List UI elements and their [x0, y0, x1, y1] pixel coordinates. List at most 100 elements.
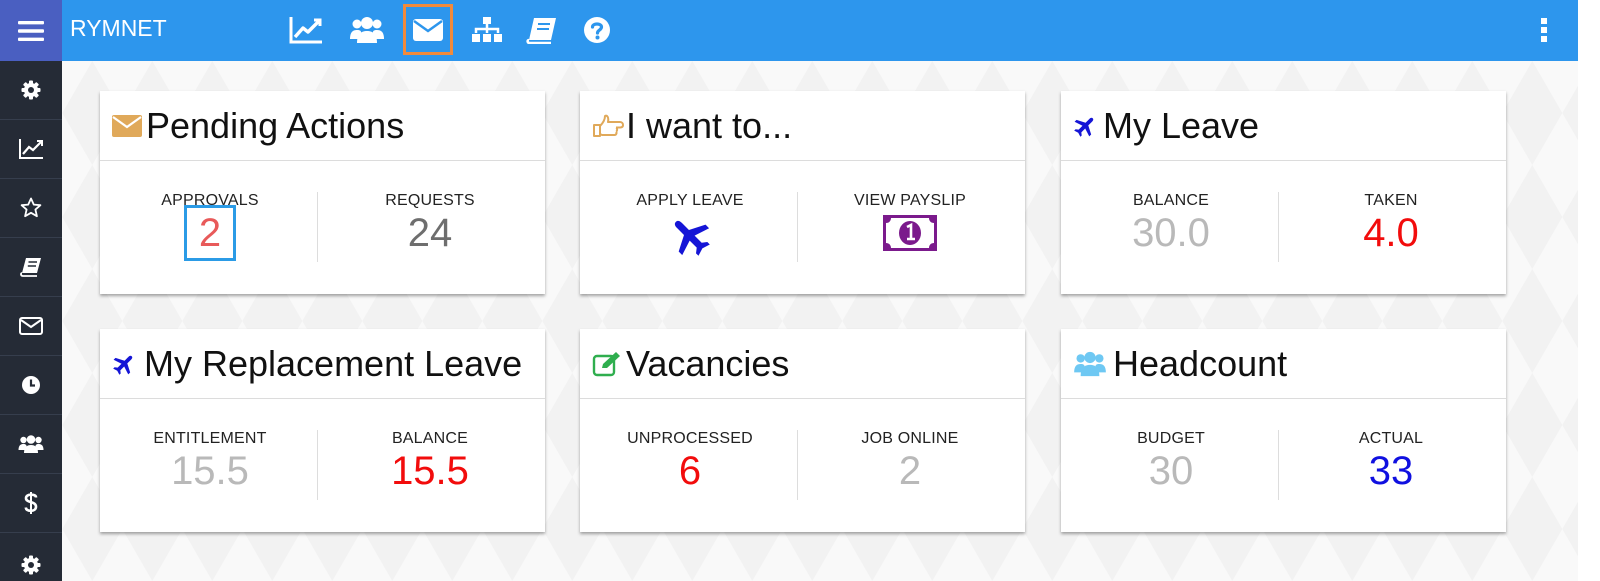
hamburger-menu-button[interactable]	[0, 0, 62, 61]
envelope-icon	[112, 114, 146, 137]
app-window: RYMNET Pending Actions APPROVALS 2 REQUE…	[0, 0, 1600, 581]
star-icon	[20, 197, 42, 218]
leave-taken-stat[interactable]: TAKEN 4.0	[1280, 192, 1502, 255]
divider	[1278, 430, 1279, 500]
app-title: RYMNET	[70, 15, 167, 41]
sidebar-item-history[interactable]	[0, 356, 62, 415]
vacancies-card: Vacancies UNPROCESSED 6 JOB ONLINE 2	[580, 329, 1025, 532]
nav-help-button[interactable]	[574, 4, 620, 55]
stat-value: 15.5	[171, 449, 249, 493]
card-title: My Leave	[1103, 104, 1260, 146]
nav-inbox-button[interactable]	[403, 4, 453, 55]
card-header: Vacancies	[580, 329, 1025, 399]
sidebar-item-handbook[interactable]	[0, 238, 62, 297]
leave-balance-stat[interactable]: BALANCE 30.0	[1060, 192, 1282, 255]
stat-label: APPLY LEAVE	[636, 192, 744, 209]
nav-org-chart-button[interactable]	[464, 4, 510, 55]
book-icon	[526, 17, 556, 44]
top-bar: RYMNET	[0, 0, 1578, 61]
card-header: My Leave	[1061, 91, 1506, 161]
question-circle-icon	[584, 16, 610, 43]
sidebar-item-payroll[interactable]	[0, 474, 62, 533]
sidebar-item-inbox[interactable]	[0, 297, 62, 356]
clock-icon	[22, 376, 40, 394]
requests-count: 24	[407, 211, 453, 255]
sidebar-item-people[interactable]	[0, 415, 62, 474]
plane-icon[interactable]	[668, 214, 712, 258]
stat-value: 15.5	[391, 449, 469, 493]
edit-icon	[592, 351, 626, 377]
gear-icon	[21, 555, 41, 575]
card-title: My Replacement Leave	[144, 342, 523, 384]
view-payslip-action[interactable]: VIEW PAYSLIP	[799, 192, 1021, 252]
entitlement-stat[interactable]: ENTITLEMENT 15.5	[99, 430, 321, 493]
stat-label: TAKEN	[1364, 192, 1418, 209]
card-title: I want to...	[626, 104, 793, 146]
money-bill-icon[interactable]	[882, 214, 938, 252]
sidebar-item-favorites[interactable]	[0, 179, 62, 238]
divider	[797, 192, 798, 262]
nav-handbook-button[interactable]	[519, 4, 565, 55]
stat-value: 4.0	[1363, 211, 1419, 255]
card-title: Pending Actions	[146, 104, 405, 146]
more-options-button[interactable]	[1534, 10, 1554, 50]
chart-line-icon	[289, 16, 322, 43]
sitemap-icon	[472, 16, 502, 42]
replacement-balance-stat[interactable]: BALANCE 15.5	[319, 430, 541, 493]
budget-stat[interactable]: BUDGET 30	[1060, 430, 1282, 493]
dashboard-area: Pending Actions APPROVALS 2 REQUESTS 24	[62, 61, 1578, 581]
vertical-dots-icon	[1541, 18, 1547, 42]
stat-label: REQUESTS	[385, 192, 475, 209]
users-icon	[350, 16, 384, 43]
card-title: Vacancies	[626, 342, 790, 384]
headcount-card: Headcount BUDGET 30 ACTUAL 33	[1061, 329, 1506, 532]
envelope-icon	[413, 18, 443, 41]
stat-label: VIEW PAYSLIP	[853, 192, 967, 209]
pending-actions-card: Pending Actions APPROVALS 2 REQUESTS 24	[100, 91, 545, 294]
requests-stat[interactable]: REQUESTS 24	[319, 192, 541, 255]
actual-stat[interactable]: ACTUAL 33	[1280, 430, 1502, 493]
chart-line-icon	[19, 139, 43, 159]
divider	[317, 430, 318, 500]
sidebar-item-settings[interactable]	[0, 61, 62, 120]
card-title: Headcount	[1113, 342, 1288, 384]
sidebar-item-analytics[interactable]	[0, 120, 62, 179]
stat-label: ENTITLEMENT	[153, 430, 267, 447]
stat-label: BALANCE	[391, 430, 469, 447]
unprocessed-stat[interactable]: UNPROCESSED 6	[579, 430, 801, 493]
envelope-icon	[19, 317, 43, 335]
nav-people-button[interactable]	[344, 4, 390, 55]
book-icon	[20, 258, 41, 277]
card-header: I want to...	[580, 91, 1025, 161]
gear-icon	[21, 80, 41, 100]
divider	[1278, 192, 1279, 262]
apply-leave-action[interactable]: APPLY LEAVE	[579, 192, 801, 258]
stat-label: JOB ONLINE	[861, 430, 959, 447]
users-icon	[18, 435, 44, 453]
approvals-stat[interactable]: APPROVALS 2	[99, 192, 321, 261]
sidebar-item-more-settings[interactable]	[0, 533, 62, 581]
i-want-to-card: I want to... APPLY LEAVE VIEW PAYSLIP	[580, 91, 1025, 294]
card-header: My Replacement Leave	[100, 329, 545, 399]
approvals-count[interactable]: 2	[183, 205, 237, 261]
plane-icon	[112, 352, 144, 376]
hand-point-right-icon	[592, 114, 626, 138]
stat-value: 33	[1368, 449, 1414, 493]
divider	[797, 430, 798, 500]
stat-label: BALANCE	[1132, 192, 1210, 209]
users-icon	[1073, 350, 1113, 378]
stat-label: UNPROCESSED	[627, 430, 753, 447]
card-header: Headcount	[1061, 329, 1506, 399]
stat-value: 30	[1148, 449, 1194, 493]
sidebar	[0, 61, 62, 581]
window-edge	[1578, 0, 1600, 581]
nav-analytics-button[interactable]	[283, 4, 329, 55]
divider	[317, 192, 318, 262]
stat-label: BUDGET	[1137, 430, 1205, 447]
card-header: Pending Actions	[100, 91, 545, 161]
my-replacement-leave-card: My Replacement Leave ENTITLEMENT 15.5 BA…	[100, 329, 545, 532]
my-leave-card: My Leave BALANCE 30.0 TAKEN 4.0	[1061, 91, 1506, 294]
job-online-stat[interactable]: JOB ONLINE 2	[799, 430, 1021, 493]
dollar-icon	[24, 492, 38, 514]
stat-value: 6	[678, 449, 702, 493]
